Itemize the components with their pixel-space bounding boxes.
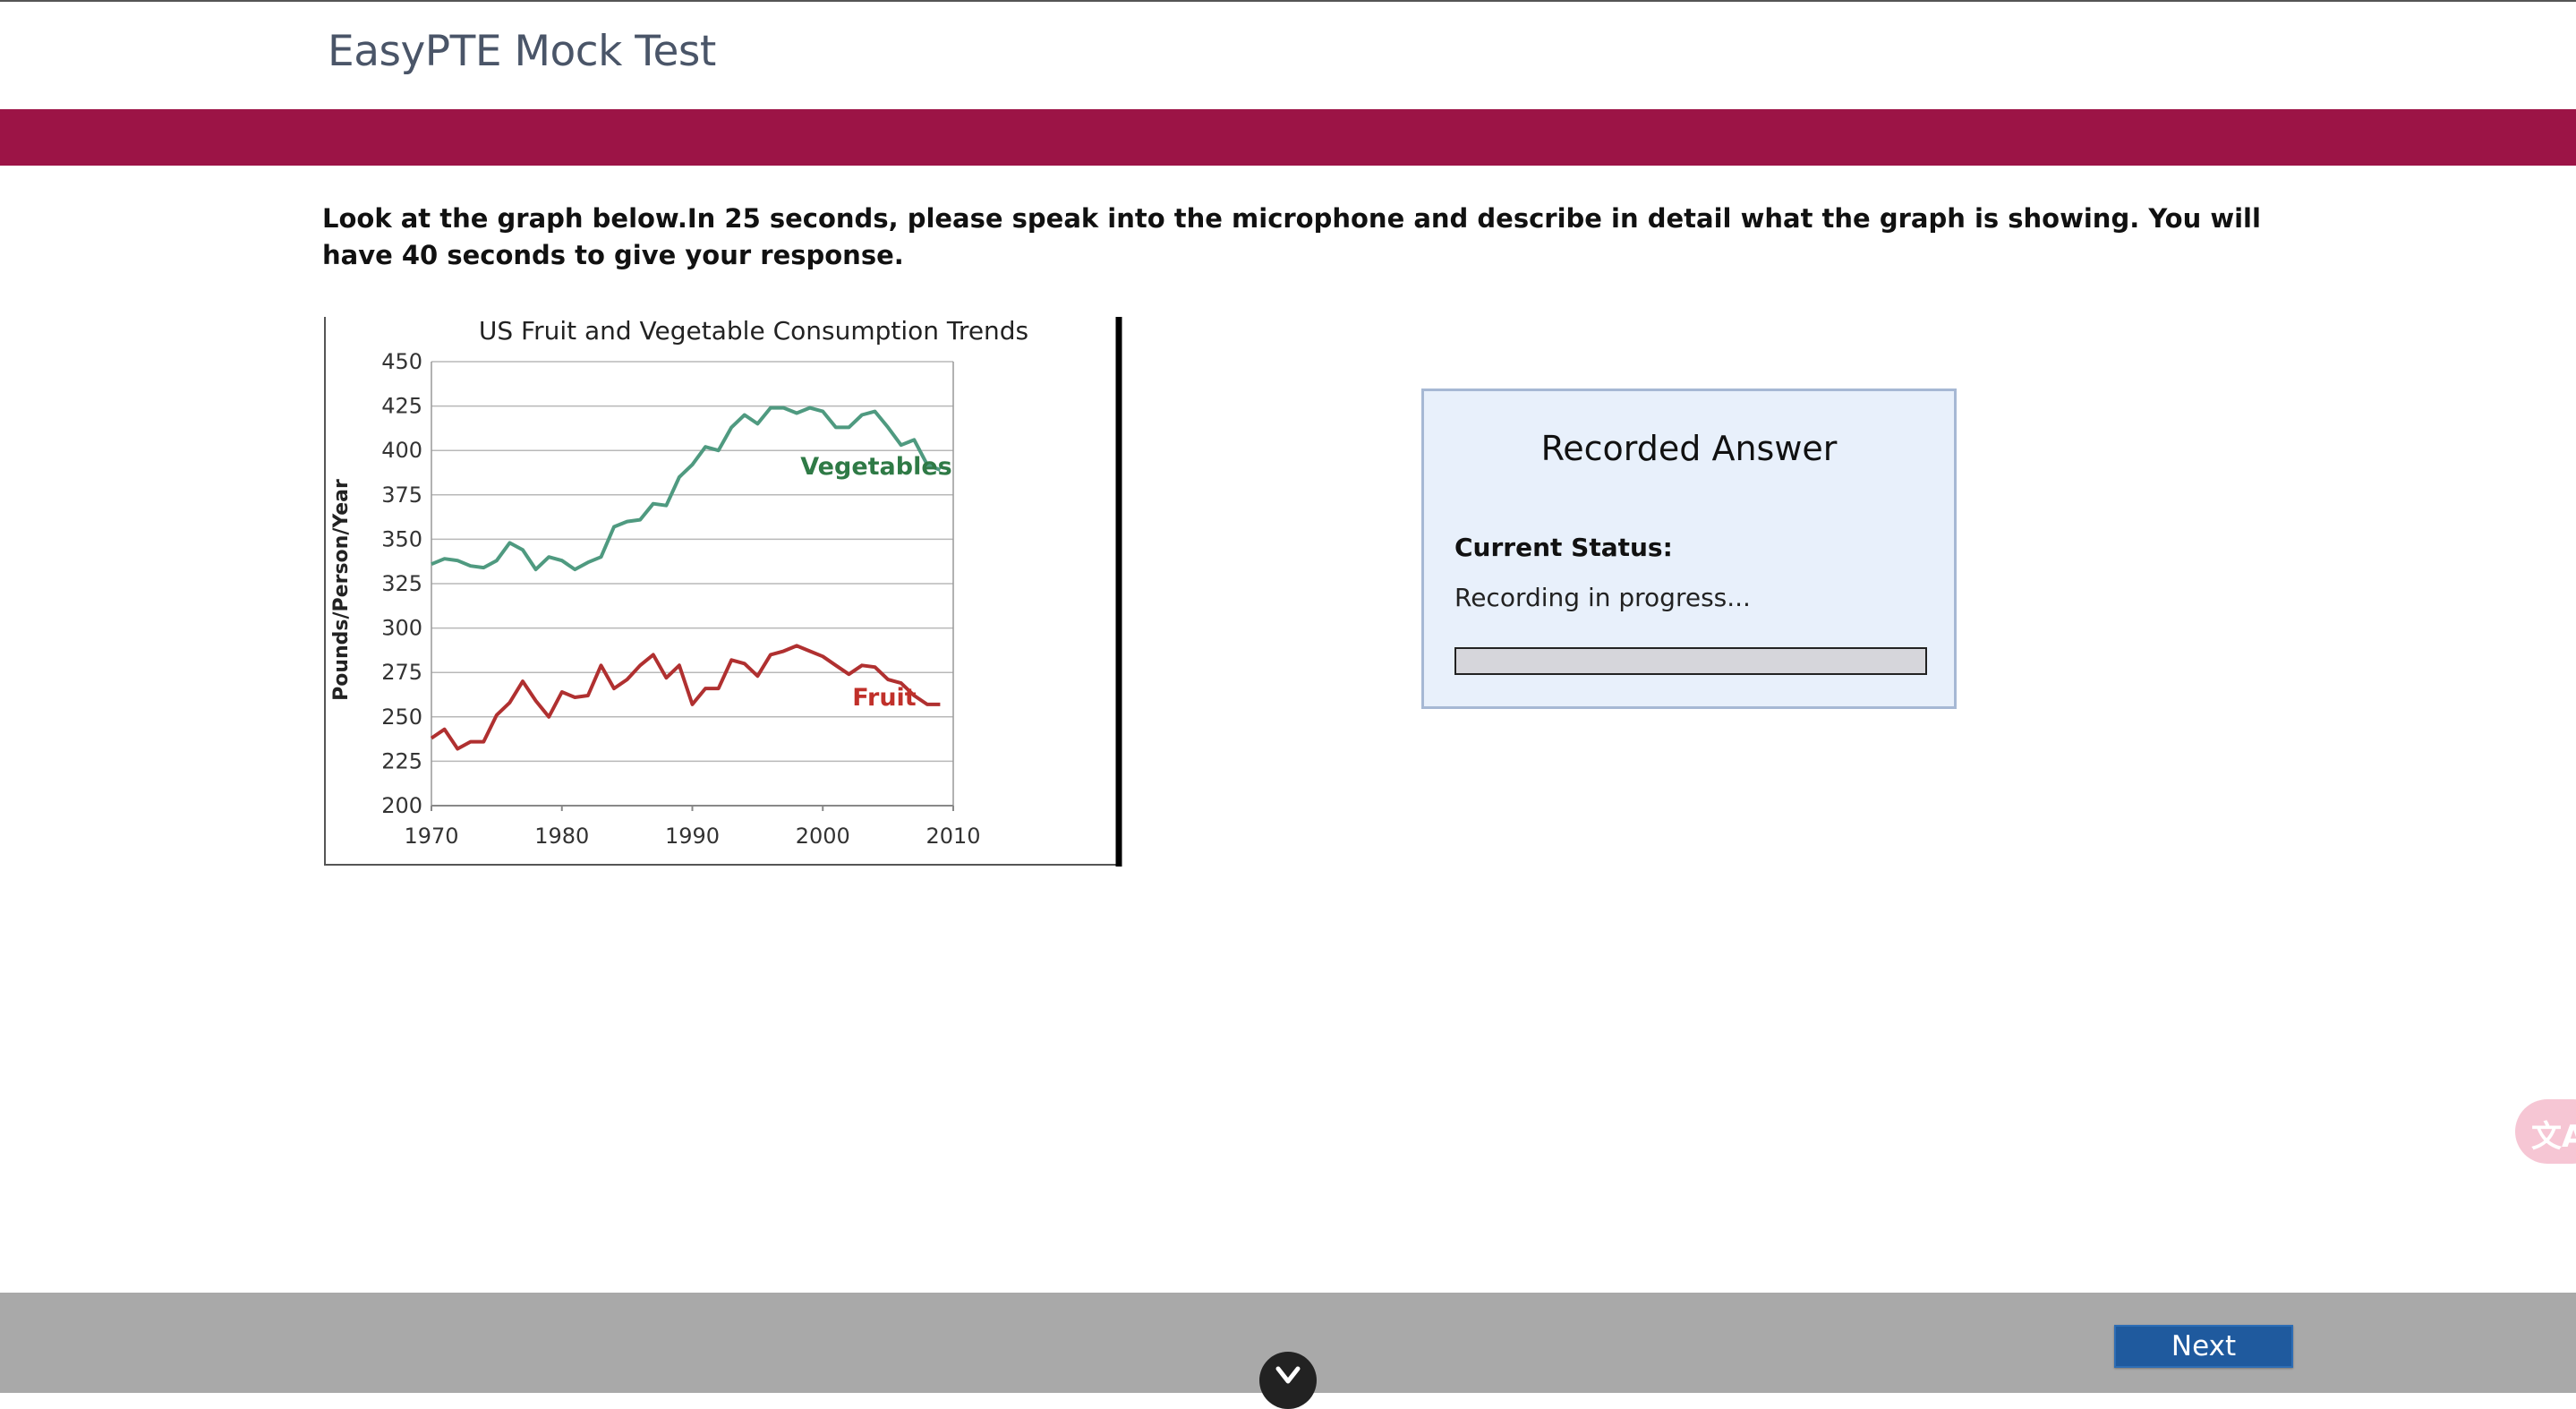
y-tick-label: 425 (381, 394, 422, 419)
collapse-toggle[interactable] (1259, 1352, 1317, 1409)
recording-progress-bar (1454, 647, 1927, 675)
question-instructions: Look at the graph below.In 25 seconds, p… (322, 201, 2291, 274)
y-axis-label: Pounds/Person/Year (330, 479, 353, 701)
y-tick-label: 400 (381, 438, 422, 463)
x-tick-label: 1980 (534, 824, 589, 849)
y-tick-label: 200 (381, 793, 422, 818)
chart-title: US Fruit and Vegetable Consumption Trend… (479, 317, 1028, 346)
y-tick-label: 325 (381, 571, 422, 596)
chevron-down-icon (1275, 1365, 1301, 1385)
line-chart: 200 225 250 275 300 325 350 375 400 425 450 1970 198… (324, 317, 1123, 867)
top-border (0, 0, 2576, 2)
x-tick-label: 2010 (925, 824, 980, 849)
y-tick-label: 250 (381, 704, 422, 730)
y-tick-label: 300 (381, 616, 422, 641)
panel-title: Recorded Answer (1424, 429, 1954, 468)
y-tick-label: 450 (381, 349, 422, 374)
x-tick-label: 2000 (796, 824, 850, 849)
current-status-label: Current Status: (1454, 533, 1673, 562)
next-button[interactable]: Next (2114, 1325, 2293, 1368)
x-tick-label: 1990 (665, 824, 720, 849)
app-title: EasyPTE Mock Test (328, 27, 716, 76)
y-tick-label: 350 (381, 526, 422, 551)
y-tick-label: 225 (381, 748, 422, 773)
series-label-vegetables: Vegetables (800, 453, 951, 481)
recorded-answer-panel: Recorded Answer Current Status: Recordin… (1421, 389, 1957, 709)
series-label-fruit: Fruit (852, 684, 917, 712)
y-tick-label: 275 (381, 660, 422, 685)
x-tick-label: 1970 (404, 824, 458, 849)
chart-image: 200 225 250 275 300 325 350 375 400 425 450 1970 198… (324, 317, 1123, 867)
current-status-value: Recording in progress... (1454, 583, 1751, 612)
series-line-vegetables (431, 408, 940, 569)
brand-band (0, 109, 2576, 166)
translate-widget[interactable]: 文A (2515, 1099, 2576, 1164)
translate-icon: 文A (2531, 1112, 2576, 1156)
y-tick-label: 375 (381, 482, 422, 508)
